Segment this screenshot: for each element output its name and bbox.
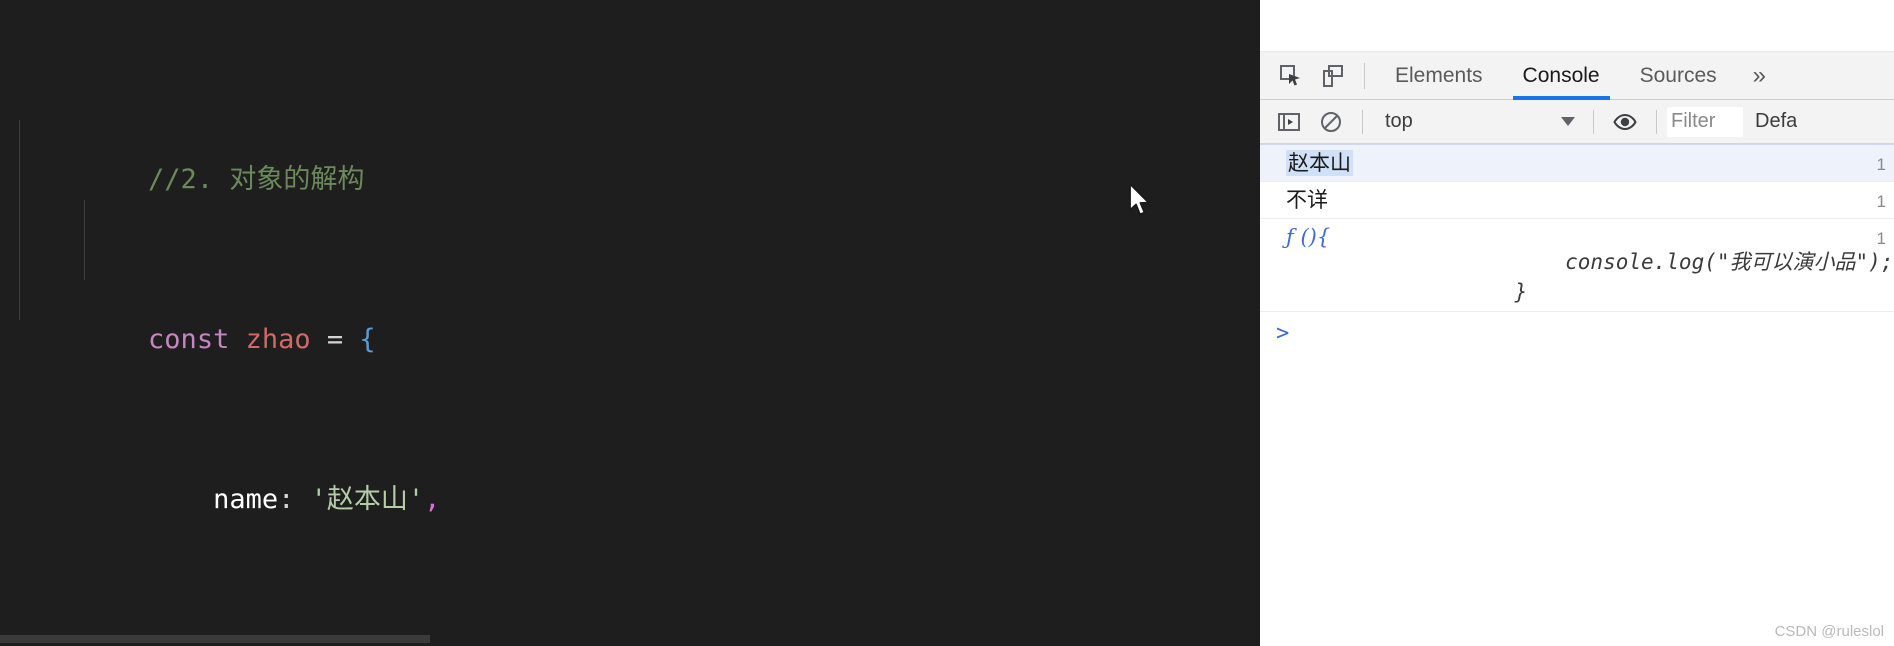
log-levels-select[interactable]: Defa [1743, 110, 1797, 133]
screenshot-root: //2. 对象的解构 const zhao = { name: '赵本山', a… [0, 0, 1894, 646]
console-prompt[interactable]: > [1260, 312, 1894, 354]
scrollbar-thumb[interactable] [0, 635, 430, 643]
devtools-panel[interactable]: Elements Console Sources » top Filter De… [1260, 0, 1894, 646]
console-message-text: 不详 [1286, 188, 1328, 212]
console-function-body-line: } [1464, 280, 1528, 304]
browser-content-gap [1260, 0, 1894, 52]
more-tabs-label: » [1752, 61, 1767, 89]
tab-console[interactable]: Console [1503, 52, 1620, 100]
console-message[interactable]: 不详 1 [1260, 182, 1894, 219]
code-content[interactable]: //2. 对象的解构 const zhao = { name: '赵本山', a… [0, 0, 1260, 646]
indent-guide [19, 120, 20, 320]
console-message-function[interactable]: ƒ (){ console.log("我可以演小品"); } 1 [1260, 219, 1894, 312]
token-property: name [213, 484, 279, 515]
code-editor[interactable]: //2. 对象的解构 const zhao = { name: '赵本山', a… [0, 0, 1260, 646]
token-brace: { [359, 324, 376, 355]
toolbar-divider [1593, 109, 1594, 134]
tab-elements[interactable]: Elements [1375, 52, 1503, 100]
console-message-source[interactable]: 1 [1877, 225, 1886, 253]
toolbar-divider [1364, 62, 1365, 89]
code-line[interactable]: const zhao = { [0, 280, 1260, 355]
token-identifier: zhao [245, 324, 311, 355]
live-expression-icon[interactable] [1604, 103, 1646, 141]
console-message-text: 赵本山 [1286, 150, 1353, 176]
token-comma: , [424, 484, 441, 515]
chevron-down-icon [1561, 117, 1575, 126]
console-message[interactable]: 赵本山 1 [1260, 144, 1894, 182]
token-keyword: const [148, 324, 230, 355]
device-toolbar-icon[interactable] [1312, 57, 1354, 95]
console-toolbar[interactable]: top Filter Defa [1260, 100, 1894, 144]
toolbar-divider [1362, 109, 1363, 134]
log-levels-label: Defa [1755, 110, 1798, 132]
tab-console-label: Console [1522, 63, 1600, 87]
devtools-tabbar[interactable]: Elements Console Sources » [1260, 52, 1894, 100]
tab-sources-label: Sources [1639, 63, 1717, 87]
more-tabs-icon[interactable]: » [1737, 52, 1782, 100]
console-prompt-caret: > [1276, 320, 1290, 346]
clear-console-icon[interactable] [1310, 103, 1352, 141]
console-sidebar-icon[interactable] [1268, 103, 1310, 141]
console-message-source[interactable]: 1 [1877, 151, 1886, 179]
javascript-context-select[interactable]: top [1373, 105, 1583, 139]
javascript-context-value: top [1385, 110, 1413, 132]
token-colon: : [278, 484, 311, 515]
console-function-body-line: console.log("我可以演小品"); [1464, 250, 1894, 274]
code-line[interactable]: //2. 对象的解构 [0, 120, 1260, 195]
indent-guide [84, 200, 85, 280]
tab-sources[interactable]: Sources [1620, 52, 1737, 100]
filter-input[interactable]: Filter [1667, 106, 1743, 137]
console-message-source[interactable]: 1 [1877, 188, 1886, 216]
inspect-element-icon[interactable] [1270, 57, 1312, 95]
editor-horizontal-scrollbar[interactable] [0, 632, 1260, 646]
filter-placeholder: Filter [1671, 110, 1716, 132]
code-line[interactable]: name: '赵本山', [0, 440, 1260, 515]
token-operator: = [310, 324, 360, 355]
watermark: CSDN @ruleslol [1774, 623, 1884, 640]
token-string: '赵本山' [310, 484, 425, 515]
code-line-1-text: //2. 对象的解构 [148, 164, 365, 195]
toolbar-divider [1656, 109, 1657, 134]
tab-elements-label: Elements [1395, 63, 1483, 87]
console-function-marker: ƒ (){ [1286, 225, 1331, 249]
console-message-list[interactable]: 赵本山 1 不详 1 ƒ (){ console.log("我可以演小品"); … [1260, 144, 1894, 354]
